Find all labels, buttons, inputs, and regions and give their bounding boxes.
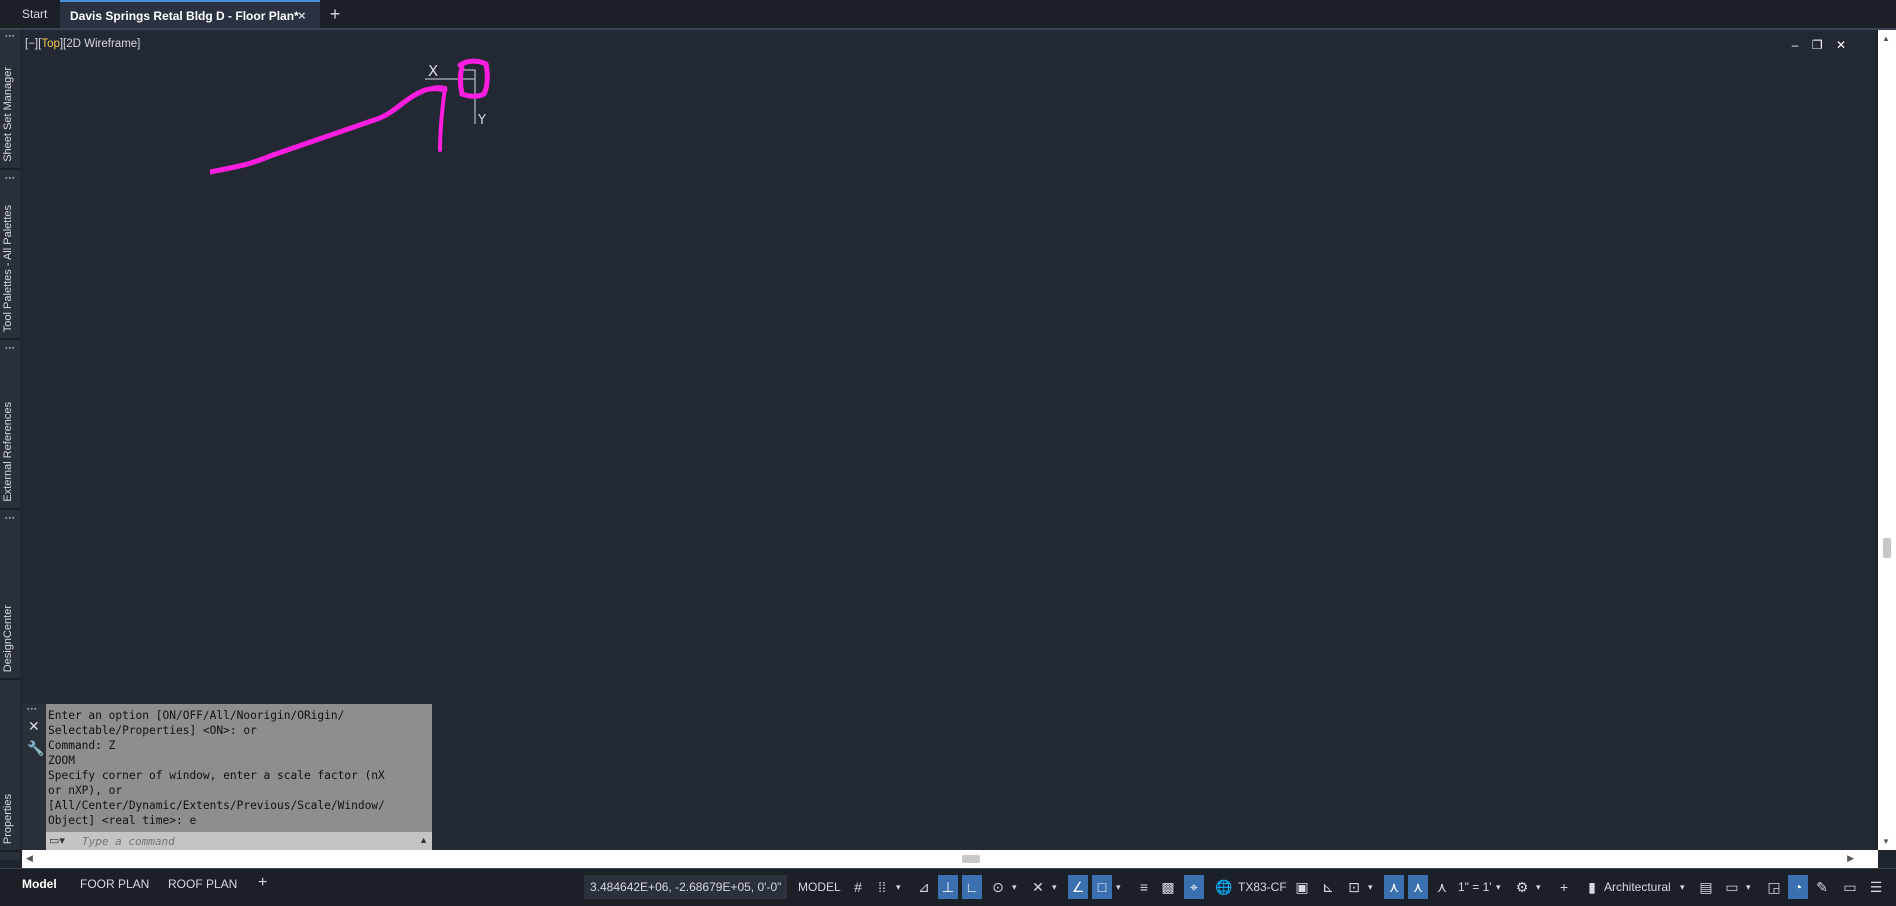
wrench-icon[interactable]: 🔧	[27, 740, 44, 757]
palette-tab-sheet-set-manager[interactable]: ▪▪▪ Sheet Set Manager	[0, 30, 20, 170]
command-history-text: Enter an option [ON/OFF/All/Noorigin/ORi…	[48, 709, 385, 827]
command-input-bar[interactable]: ▭▾ ▲	[46, 832, 432, 850]
tab-floor-plan[interactable]: Davis Springs Retal Bldg D - Floor Plan*…	[60, 0, 320, 28]
hardware-acceleration-icon[interactable]: ◔	[1788, 875, 1808, 899]
viewport-label[interactable]: [−][Top][2D Wireframe]	[25, 38, 140, 50]
object-snap-tracking-icon[interactable]: ∠	[1068, 875, 1088, 899]
globe-icon[interactable]: 🌐	[1214, 875, 1234, 899]
palette-tab-external-references[interactable]: ▪▪▪ External References	[0, 342, 20, 510]
dynamic-input-icon[interactable]: ⊥	[938, 875, 958, 899]
layout-tab-foor-plan[interactable]: FOOR PLAN	[80, 877, 149, 891]
annotation-scale-value[interactable]: 1" = 1'	[1458, 875, 1492, 899]
location-pin-icon[interactable]: ⌖	[1184, 875, 1204, 899]
palette-tab-properties[interactable]: Properties	[0, 702, 20, 852]
infer-constraints-icon[interactable]: ⊿	[914, 875, 934, 899]
grip-icon: ▪▪▪	[5, 515, 16, 522]
scroll-up-icon[interactable]: ▲	[1882, 34, 1890, 43]
osnap-dropdown-icon[interactable]: ▾	[1116, 875, 1121, 899]
tab-start[interactable]: Start	[12, 0, 56, 28]
osnap-icon[interactable]: □	[1092, 875, 1112, 899]
coordinate-system-label[interactable]: TX83-CF	[1238, 875, 1287, 899]
scroll-down-icon[interactable]: ▼	[1882, 837, 1890, 846]
annotation-visibility-icon[interactable]: ⋏	[1384, 875, 1404, 899]
command-line-sidebar: ▪▪▪ ✕ 🔧	[22, 704, 46, 850]
vertical-scrollbar[interactable]: ▲ ▼	[1878, 30, 1896, 850]
scroll-right-icon[interactable]: ▶	[1847, 853, 1854, 864]
command-prompt-icon[interactable]: ▭▾	[49, 834, 65, 847]
grip-icon: ▪▪▪	[5, 175, 16, 182]
layout-tab-model[interactable]: Model	[22, 877, 57, 891]
close-icon[interactable]: ✕	[28, 718, 40, 735]
units-icon[interactable]: ▮	[1582, 875, 1602, 899]
close-icon[interactable]: ✕	[1836, 38, 1846, 52]
palette-label: DesignCenter	[2, 604, 14, 672]
horizontal-scrollbar[interactable]: ◀ ▶	[22, 850, 1878, 868]
viewport-control[interactable]: [−][	[25, 38, 41, 50]
snap-dropdown-icon[interactable]: ▾	[896, 875, 901, 899]
selection-dropdown-icon[interactable]: ▾	[1368, 875, 1373, 899]
isolate-objects-icon[interactable]: ◲	[1764, 875, 1784, 899]
units-dropdown-icon[interactable]: ▾	[1680, 875, 1685, 899]
customization-icon[interactable]: ▭	[1840, 875, 1860, 899]
workspace-dropdown-icon[interactable]: ▾	[1536, 875, 1541, 899]
palette-label: Sheet Set Manager	[2, 67, 14, 162]
recent-commands-icon[interactable]: ▲	[419, 835, 428, 845]
lock-dropdown-icon[interactable]: ▾	[1746, 875, 1751, 899]
grid-icon[interactable]: #	[848, 875, 868, 899]
snap-icon[interactable]: ⁞⁞	[872, 875, 892, 899]
grip-icon[interactable]: ▪▪▪	[27, 706, 37, 713]
palette-label: Properties	[2, 793, 14, 844]
tab-floor-plan-label: Davis Springs Retal Bldg D - Floor Plan*	[70, 9, 299, 23]
vertical-scroll-thumb[interactable]	[1883, 538, 1891, 558]
minimize-icon[interactable]: –	[1792, 38, 1799, 52]
horizontal-scroll-thumb[interactable]	[962, 855, 980, 863]
ucs-toggle-icon[interactable]: ⊾	[1318, 875, 1338, 899]
ortho-icon[interactable]: ∟	[962, 875, 982, 899]
status-bar: Model FOOR PLAN ROOF PLAN + 3.484642E+06…	[0, 868, 1896, 906]
close-tab-icon[interactable]: ×	[298, 2, 306, 30]
scroll-left-icon[interactable]: ◀	[26, 853, 33, 864]
auto-scale-icon[interactable]: ⋏	[1408, 875, 1428, 899]
polar-dropdown-icon[interactable]: ▾	[1012, 875, 1017, 899]
viewport-window-controls: – ❐ ✕	[1782, 38, 1846, 52]
visual-style[interactable]: ][2D Wireframe]	[60, 38, 141, 50]
palette-tab-designcenter[interactable]: ▪▪▪ DesignCenter	[0, 512, 20, 680]
coordinates-readout[interactable]: 3.484642E+06, -2.68679E+05, 0'-0"	[584, 875, 788, 899]
scale-dropdown-icon[interactable]: ▾	[1496, 875, 1501, 899]
command-input[interactable]	[80, 833, 394, 850]
transparency-icon[interactable]: ▩	[1158, 875, 1178, 899]
selection-cycling-icon[interactable]: ⊡	[1344, 875, 1364, 899]
menu-icon[interactable]: ☰	[1866, 875, 1886, 899]
view-name[interactable]: Top	[41, 38, 60, 50]
grip-icon: ▪▪▪	[5, 345, 16, 352]
file-tab-bar: Start Davis Springs Retal Bldg D - Floor…	[0, 0, 1896, 30]
clean-screen-icon[interactable]: ✎	[1812, 875, 1832, 899]
annotation-arrow	[210, 58, 490, 175]
isometric-dropdown-icon[interactable]: ▾	[1052, 875, 1057, 899]
grip-icon: ▪▪▪	[5, 33, 16, 40]
palette-label: Tool Palettes - All Palettes	[2, 204, 14, 332]
gear-icon[interactable]: ⚙	[1512, 875, 1532, 899]
restore-icon[interactable]: ❐	[1812, 38, 1823, 52]
isometric-icon[interactable]: ✕	[1028, 875, 1048, 899]
lock-ui-icon[interactable]: ▭	[1722, 875, 1742, 899]
layer-icon[interactable]: ▣	[1292, 875, 1312, 899]
layout-tab-roof-plan[interactable]: ROOF PLAN	[168, 877, 237, 891]
units-value[interactable]: Architectural	[1604, 875, 1671, 899]
polar-icon[interactable]: ⊙	[988, 875, 1008, 899]
model-space-button[interactable]: MODEL	[798, 875, 841, 899]
new-tab-button[interactable]: +	[320, 0, 350, 28]
command-history: Enter an option [ON/OFF/All/Noorigin/ORi…	[46, 704, 432, 832]
quick-properties-icon[interactable]: ▤	[1696, 875, 1716, 899]
add-icon[interactable]: +	[1554, 875, 1574, 899]
command-line-window: ▪▪▪ ✕ 🔧 Enter an option [ON/OFF/All/Noor…	[22, 704, 432, 850]
palette-tab-tool-palettes[interactable]: ▪▪▪ Tool Palettes - All Palettes	[0, 172, 20, 340]
add-layout-button[interactable]: +	[258, 874, 267, 892]
annotation-scale-icon[interactable]: ⋏	[1432, 875, 1452, 899]
lineweight-icon[interactable]: ≡	[1134, 875, 1154, 899]
palette-label: External References	[2, 402, 14, 502]
palette-strip: ▪▪▪ Sheet Set Manager ▪▪▪ Tool Palettes …	[0, 30, 20, 860]
